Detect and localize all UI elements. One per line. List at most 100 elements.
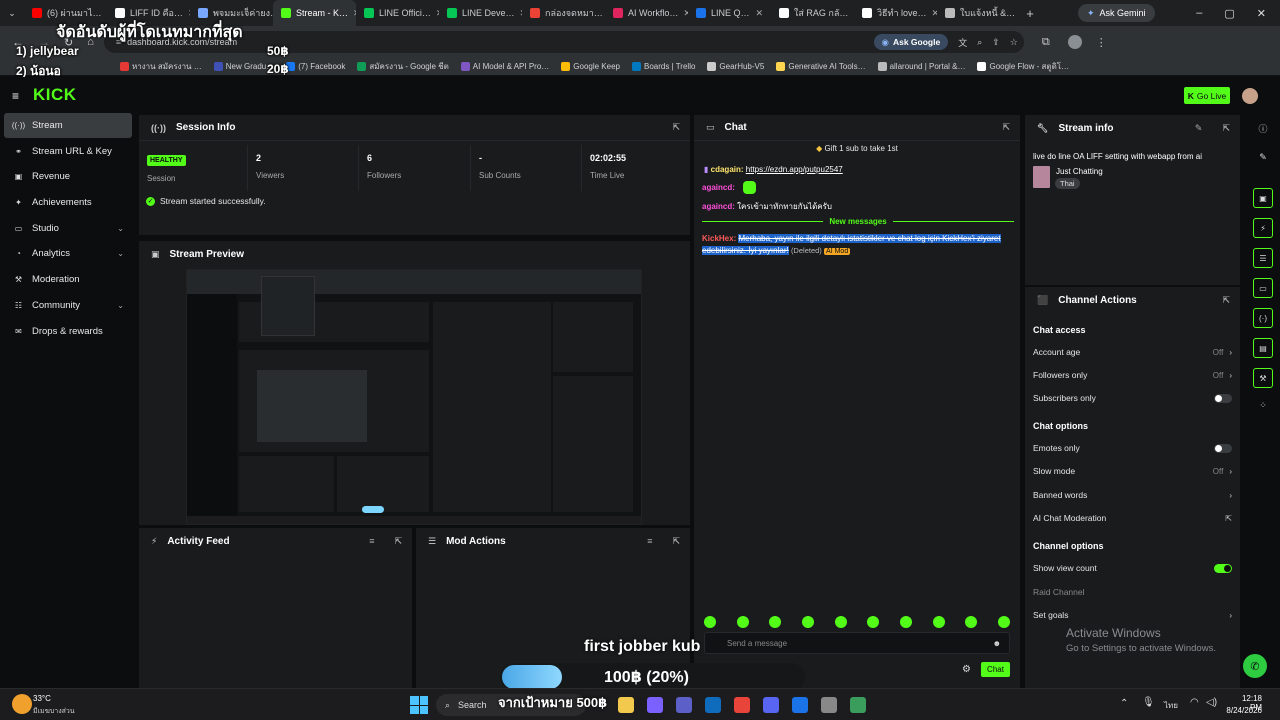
activity-popout-icon[interactable]: ⇱ — [394, 536, 402, 547]
browser-tab[interactable]: LINE Offici…✕ — [356, 0, 439, 26]
sidebar-item-stream-url-key[interactable]: ⚭ Stream URL & Key — [4, 139, 132, 164]
discord-icon[interactable] — [763, 697, 779, 713]
list-rail-icon[interactable]: ☰ — [1253, 248, 1273, 268]
show-view-count-toggle[interactable] — [1214, 563, 1232, 573]
sidebar-item-community[interactable]: ☷ Community ⌄ — [4, 293, 132, 318]
browser-tab[interactable]: ใส่ RAG กลั…✕ — [771, 0, 854, 26]
mod-filter-icon[interactable]: ≡ — [647, 536, 652, 546]
pinned-gift-banner[interactable]: ◆ Gift 1 sub to take 1st — [694, 144, 1020, 153]
translate-icon[interactable]: 文 — [958, 36, 967, 49]
preview-rail-icon[interactable]: ▤ — [1253, 338, 1273, 358]
sidebar-item-moderation[interactable]: ⚒ Moderation — [4, 267, 132, 292]
bookmark-item[interactable]: Generative AI Tools… — [776, 62, 866, 71]
emote-button[interactable] — [834, 616, 847, 628]
wrench-rail-icon[interactable]: ⚒ — [1253, 368, 1273, 388]
bookmark-item[interactable]: GearHub-V5 — [707, 62, 764, 71]
account-age-setting[interactable]: Account age Off › — [1033, 343, 1232, 361]
emote-button[interactable] — [736, 616, 749, 628]
emotes-only-toggle[interactable] — [1214, 443, 1232, 453]
zoom-icon[interactable]: ⌕ — [977, 37, 982, 48]
minimize-icon[interactable]: – — [1196, 7, 1202, 20]
sidebar-item-drops-rewards[interactable]: ✉ Drops & rewards — [4, 319, 132, 344]
emote-button[interactable] — [704, 616, 716, 628]
broadcast-rail-icon[interactable]: (·) — [1253, 308, 1273, 328]
chat-username[interactable]: cdagain: — [711, 165, 744, 174]
banned-words-setting[interactable]: Banned words › — [1033, 486, 1232, 504]
browser-tab[interactable]: LINE Deve…✕ — [439, 0, 522, 26]
mod-popout-icon[interactable]: ⇱ — [672, 536, 680, 547]
chat-rail-icon[interactable]: ▭ — [1253, 278, 1273, 298]
edit-rail-icon[interactable]: ✎ — [1249, 152, 1277, 163]
sidebar-item-revenue[interactable]: ▣ Revenue — [4, 164, 132, 189]
chrome-icon[interactable] — [734, 697, 750, 713]
filter-icon[interactable]: ≡ — [369, 536, 374, 546]
channel-actions-popout-icon[interactable]: ⇱ — [1222, 295, 1230, 306]
ask-gemini-button[interactable]: ✦ Ask Gemini — [1078, 4, 1155, 22]
browser-tab[interactable]: LINE Q… ✕ — [688, 0, 771, 26]
chat-username[interactable]: KickHex: — [702, 234, 736, 243]
close-window-icon[interactable]: ✕ — [1257, 7, 1266, 20]
weather-icon[interactable] — [12, 694, 32, 714]
microphone-icon[interactable]: 🎙︎ — [1142, 697, 1155, 708]
share-icon[interactable]: ⇪ — [992, 37, 1000, 48]
browser-tab[interactable]: Stream - K…✕ — [273, 0, 356, 26]
send-chat-button[interactable]: Chat — [981, 662, 1010, 677]
go-live-button[interactable]: K Go Live — [1184, 87, 1230, 104]
bookmark-item[interactable]: Google Flow - สตูดิโ… — [977, 60, 1069, 73]
emote-button[interactable] — [997, 616, 1010, 628]
bookmark-item[interactable]: สมัครงาน - Google ชีต — [357, 60, 449, 73]
sidebar-item-achievements[interactable]: ✦ Achievements — [4, 190, 132, 215]
emote-button[interactable] — [801, 616, 814, 628]
volume-icon[interactable]: ◁) — [1206, 697, 1217, 708]
raid-channel-setting[interactable]: Raid Channel — [1033, 583, 1232, 601]
windows-start-icon[interactable] — [410, 696, 428, 714]
emote-button[interactable] — [932, 616, 945, 628]
sidebar-item-analytics[interactable]: ◔ Analytics ⌄ — [4, 241, 132, 266]
set-goals-setting[interactable]: Set goals › — [1033, 606, 1232, 624]
app-icon[interactable] — [850, 697, 866, 713]
followers-only-setting[interactable]: Followers only Off › — [1033, 366, 1232, 384]
activity-rail-icon[interactable]: ⚡ — [1253, 218, 1273, 238]
copilot-icon[interactable] — [647, 697, 663, 713]
tab-search-icon[interactable]: ⌄ — [0, 0, 24, 26]
stream-info-popout-icon[interactable]: ⇱ — [1222, 123, 1230, 134]
subscribers-only-toggle[interactable] — [1214, 393, 1232, 403]
maximize-icon[interactable]: ▢ — [1224, 7, 1234, 20]
bookmark-item[interactable]: allaround | Portal &… — [877, 62, 965, 71]
category-thumbnail[interactable] — [1033, 166, 1050, 188]
chat-username[interactable]: againcd: — [702, 183, 735, 192]
app-icon[interactable] — [792, 697, 808, 713]
teams-icon[interactable] — [676, 697, 692, 713]
hamburger-menu-icon[interactable]: ≡ — [12, 89, 19, 103]
browser-menu-icon[interactable]: ⋮ — [1096, 36, 1107, 49]
extensions-icon[interactable]: ⧉ — [1042, 36, 1050, 49]
user-avatar[interactable] — [1242, 88, 1258, 104]
settings-icon[interactable] — [821, 697, 837, 713]
browser-tab[interactable]: ใบแจ้งหนี้ &…✕ — [937, 0, 1020, 26]
sidebar-item-studio[interactable]: ▭ Studio ⌄ — [4, 216, 132, 241]
tray-chevron-icon[interactable]: ⌃ — [1120, 698, 1128, 709]
bookmark-star-icon[interactable]: ☆ — [1010, 37, 1018, 48]
emote-button[interactable] — [965, 616, 978, 628]
input-language[interactable]: ไทย — [1164, 699, 1178, 712]
bookmark-item[interactable]: AI Model & API Pro… — [460, 62, 549, 71]
kick-logo[interactable]: KICK — [33, 85, 77, 105]
category-name[interactable]: Just Chatting — [1056, 167, 1103, 176]
edge-icon[interactable] — [705, 697, 721, 713]
emote-button[interactable] — [899, 616, 912, 628]
chat-input[interactable]: Send a message ☻ — [704, 632, 1010, 654]
stream-info-rail-icon[interactable]: ▣ — [1253, 188, 1273, 208]
chat-username[interactable]: againcd: — [702, 202, 735, 211]
ai-moderation-setting[interactable]: AI Chat Moderation ⇱ — [1033, 509, 1232, 527]
popout-icon[interactable]: ⇱ — [672, 122, 680, 133]
chat-link[interactable]: https://ezdn.app/putpu2547 — [746, 165, 843, 174]
emote-button[interactable] — [867, 616, 880, 628]
ask-google-button[interactable]: ◉ Ask Google — [873, 34, 949, 50]
clock-date[interactable]: 8/24/2026 — [1226, 706, 1262, 715]
chat-settings-icon[interactable]: ⚙ — [962, 664, 971, 675]
new-tab-button[interactable]: + — [1020, 6, 1040, 21]
bookmark-item[interactable]: Boards | Trello — [631, 62, 695, 71]
browser-tab[interactable]: กล่องจดหมา…✕ — [522, 0, 605, 26]
stream-preview-video[interactable] — [186, 269, 642, 525]
bookmark-item[interactable]: Google Keep — [561, 62, 620, 71]
